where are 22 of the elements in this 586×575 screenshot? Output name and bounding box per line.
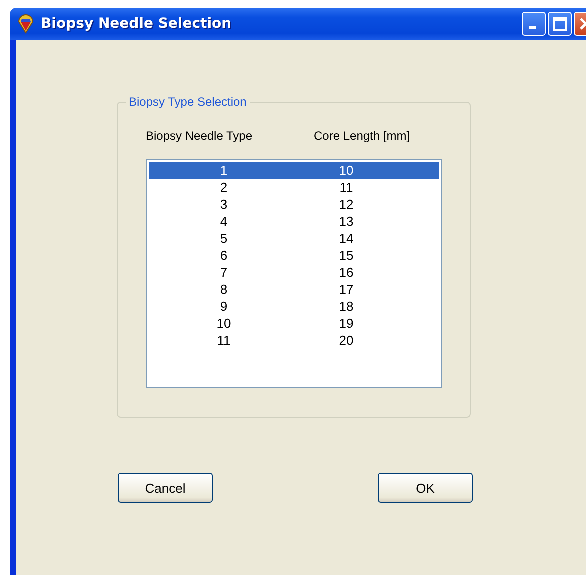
list-row[interactable]: 3 12 [149,196,439,213]
list-row[interactable]: 11 20 [149,332,439,349]
minimize-button[interactable] [522,12,546,36]
list-row[interactable]: 9 18 [149,298,439,315]
list-row[interactable]: 4 13 [149,213,439,230]
cancel-button[interactable]: Cancel [118,473,213,503]
list-row[interactable]: 2 11 [149,179,439,196]
list-row[interactable]: 8 17 [149,281,439,298]
column-header: Biopsy Needle Type [146,129,254,143]
ok-button[interactable]: OK [378,473,473,503]
maximize-icon [553,17,567,31]
list-row[interactable]: 1 10 [149,162,439,179]
list-row[interactable]: 10 19 [149,315,439,332]
list-row[interactable]: 6 15 [149,247,439,264]
minimize-icon [528,26,536,29]
group-title: Biopsy Type Selection [126,95,250,109]
list-row[interactable]: 7 16 [149,264,439,281]
maximize-button[interactable] [548,12,572,36]
list-row[interactable]: 5 14 [149,230,439,247]
app-icon [17,14,35,34]
window-title: Biopsy Needle Selection [41,16,233,32]
column-header: Core Length [mm] [314,129,410,143]
